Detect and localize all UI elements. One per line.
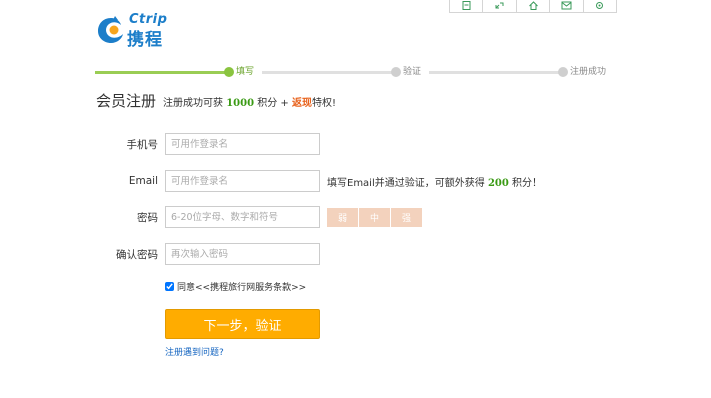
registration-progress: 填写 验证 注册成功 (95, 66, 615, 80)
terms-link[interactable]: <<携程旅行网服务条款>> (195, 280, 306, 293)
promo-mid: 积分 + (257, 98, 289, 109)
settings-icon[interactable] (584, 0, 616, 12)
step-dot-success (558, 67, 568, 77)
step-dot-fill (224, 67, 234, 77)
registration-help-link[interactable]: 注册遇到问题? (165, 345, 224, 358)
step-label-success: 注册成功 (570, 67, 607, 77)
password-label: 密码 (137, 211, 158, 224)
dolphin-icon (98, 16, 123, 43)
terms-agreement: 同意 <<携程旅行网服务条款>> (165, 280, 306, 293)
step-label-verify: 验证 (403, 67, 422, 77)
progress-track-1 (262, 71, 393, 74)
page-title: 会员注册 (96, 92, 157, 110)
agree-prefix: 同意 (177, 283, 196, 293)
email-input[interactable] (165, 170, 320, 192)
confirm-password-input[interactable] (165, 243, 320, 265)
promo-cashback: 返现 (291, 98, 312, 109)
promo-prefix: 注册成功可获 (163, 98, 224, 109)
promo-text: 注册成功可获 1000 积分 + 返现特权! (163, 94, 336, 109)
logo-cn-text: 携程 (127, 30, 163, 50)
promo-suffix: 特权! (311, 98, 336, 109)
email-hint-prefix: 填写Email并通过验证，可额外获得 (327, 177, 485, 189)
phone-input[interactable] (165, 133, 320, 155)
phone-row: 手机号 (96, 133, 320, 155)
password-strength-meter: 弱 中 强 (327, 207, 423, 227)
phone-label: 手机号 (126, 138, 159, 151)
strength-weak: 弱 (327, 207, 358, 227)
email-hint: 填写Email并通过验证，可额外获得 200 积分！ (327, 174, 542, 189)
strength-medium: 中 (359, 207, 390, 227)
home-icon[interactable] (517, 0, 551, 12)
confirm-password-label: 确认密码 (116, 248, 158, 261)
mail-icon[interactable] (550, 0, 584, 12)
page-header: 会员注册 注册成功可获 1000 积分 + 返现特权! (96, 90, 336, 111)
progress-track-2 (429, 71, 561, 74)
email-label: Email (128, 175, 158, 187)
confirm-password-row: 确认密码 (96, 243, 320, 265)
resize-icon[interactable] (483, 0, 517, 12)
top-toolbar (449, 0, 617, 13)
note-icon[interactable] (450, 0, 484, 12)
password-row: 密码 弱 中 强 (96, 206, 423, 228)
email-hint-suffix: 积分！ (512, 177, 542, 189)
ctrip-logo[interactable]: Ctrip 携程 (95, 12, 185, 50)
next-verify-button[interactable]: 下一步，验证 (165, 309, 320, 339)
email-row: Email 填写Email并通过验证，可额外获得 200 积分！ (96, 170, 542, 192)
step-dot-verify (391, 67, 401, 77)
progress-track-done (95, 71, 229, 74)
promo-points: 1000 (226, 98, 255, 109)
password-input[interactable] (165, 206, 320, 228)
agree-checkbox[interactable] (165, 282, 174, 291)
email-hint-points: 200 (487, 177, 509, 189)
strength-strong: 强 (391, 207, 422, 227)
step-label-fill: 填写 (236, 67, 255, 77)
